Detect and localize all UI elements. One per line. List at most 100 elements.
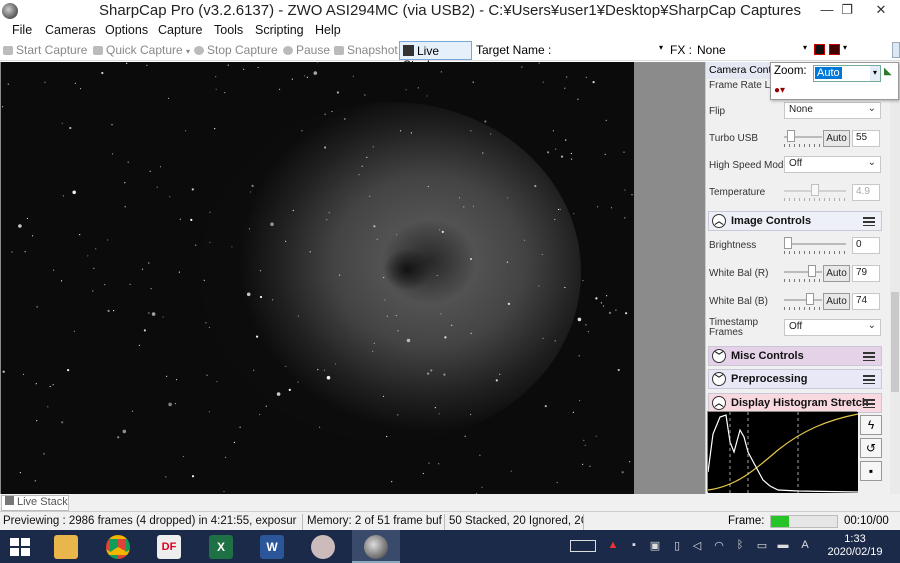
word-icon[interactable]: W	[260, 535, 284, 559]
chevron-down-icon: ⌄	[867, 157, 876, 168]
bottom-tab-strip: Live Stack	[0, 494, 900, 511]
panel-scrollbar[interactable]	[890, 62, 900, 494]
sharpcap-taskbar-button[interactable]	[352, 530, 400, 563]
white-bal-r-slider[interactable]	[784, 265, 822, 282]
flip-select[interactable]: None ⌄	[784, 102, 881, 119]
star	[358, 174, 360, 176]
auto-stretch-button[interactable]: ϟ	[860, 415, 882, 435]
live-image[interactable]	[1, 62, 634, 494]
reticle-icon[interactable]	[814, 44, 825, 55]
volume-icon[interactable]: ◁	[690, 539, 704, 553]
star	[472, 81, 474, 83]
preprocessing-header[interactable]: ﹀ Preprocessing	[708, 369, 882, 389]
file-explorer-icon[interactable]	[54, 535, 78, 559]
menu-tools[interactable]: Tools	[214, 23, 243, 37]
slider-thumb[interactable]	[787, 130, 795, 142]
bluetooth-icon[interactable]: ᛒ	[733, 539, 747, 553]
star	[470, 332, 472, 334]
star	[406, 338, 411, 343]
histogram-header[interactable]: ︿ Display Histogram Stretch	[708, 393, 882, 413]
menu-help[interactable]: Help	[315, 23, 341, 37]
star	[472, 205, 474, 207]
misc-controls-header[interactable]: ﹀ Misc Controls	[708, 346, 882, 366]
star	[141, 268, 144, 270]
quick-capture-button[interactable]: Quick Capture ▾	[93, 43, 190, 57]
pause-button[interactable]: Pause	[283, 43, 330, 57]
tab-live-stack[interactable]: Live Stack	[1, 495, 69, 511]
color-picker-icon[interactable]: ●▾	[774, 85, 785, 96]
start-capture-button[interactable]: Start Capture	[3, 43, 87, 57]
star	[276, 392, 281, 396]
close-button[interactable]: ✕	[866, 0, 896, 22]
maximize-button[interactable]: ❐	[832, 0, 862, 22]
excel-icon[interactable]: X	[209, 535, 233, 559]
zoom-label: Zoom:	[774, 65, 807, 77]
fx-combo[interactable]: None ▾	[697, 41, 809, 59]
toolbar-scroll-button[interactable]	[892, 42, 900, 58]
brightness-value[interactable]: 0	[852, 237, 880, 254]
white-bal-b-slider[interactable]	[784, 293, 822, 310]
slider-thumb[interactable]	[806, 293, 815, 305]
snapshot-button[interactable]: Snapshot	[334, 43, 398, 57]
turbo-usb-value[interactable]: 55	[852, 130, 880, 147]
reset-icon: ↺	[865, 441, 877, 455]
ime-mode-indicator[interactable]: A	[798, 539, 812, 553]
wifi-icon[interactable]: ◠	[712, 539, 726, 553]
network-drive-icon[interactable]: ▣	[648, 539, 662, 553]
stop-capture-button[interactable]: Stop Capture	[194, 43, 278, 57]
reset-stretch-button[interactable]: ↺	[860, 438, 882, 458]
keyboard-icon[interactable]	[570, 540, 596, 552]
star	[578, 355, 580, 357]
menu-file[interactable]: File	[12, 23, 32, 37]
chevron-up-icon[interactable]: ︿	[712, 396, 726, 410]
turbo-usb-slider[interactable]	[784, 130, 822, 147]
menu-icon[interactable]	[863, 399, 875, 408]
histogram-display[interactable]	[707, 411, 859, 493]
clock[interactable]: 1:33 2020/02/19	[822, 533, 888, 559]
histogram-mini-icon[interactable]: ◣	[884, 66, 892, 77]
chevron-down-icon[interactable]: ﹀	[712, 349, 726, 363]
paint-icon[interactable]	[311, 535, 335, 559]
menu-icon[interactable]	[863, 375, 875, 384]
save-stretch-button[interactable]: ▪	[860, 461, 882, 481]
target-name-combo[interactable]: ▾	[553, 41, 665, 59]
usb-icon[interactable]: ▯	[670, 539, 684, 553]
star	[600, 302, 603, 304]
white-bal-b-auto-button[interactable]: Auto	[823, 293, 850, 310]
star	[227, 64, 229, 66]
live-stack-button[interactable]: Live Stack	[399, 41, 472, 72]
ime-tray-icon[interactable]: ▪	[627, 539, 641, 553]
image-controls-header[interactable]: ︿ Image Controls	[708, 211, 882, 231]
menu-icon[interactable]	[863, 217, 875, 226]
acrobat-tray-icon[interactable]: ▲	[606, 539, 620, 553]
quick-capture-dropdown-icon[interactable]: ▾	[186, 47, 190, 56]
brightness-slider[interactable]	[784, 237, 846, 254]
menu-icon[interactable]	[863, 352, 875, 361]
display-icon[interactable]: ▬	[776, 539, 790, 553]
zoom-dropdown-icon[interactable]: ▾	[870, 66, 880, 81]
chrome-icon[interactable]	[106, 535, 130, 559]
slider-thumb[interactable]	[784, 237, 792, 249]
chevron-down-icon[interactable]: ﹀	[712, 372, 726, 386]
timestamp-frames-select[interactable]: Off ⌄	[784, 319, 881, 336]
star	[438, 413, 440, 415]
windows-start-icon[interactable]	[10, 538, 30, 556]
white-bal-r-value[interactable]: 79	[852, 265, 880, 282]
high-speed-mode-select[interactable]: Off ⌄	[784, 156, 881, 173]
overlay-icon[interactable]	[829, 44, 840, 55]
menu-scripting[interactable]: Scripting	[255, 23, 304, 37]
pdf-app-icon[interactable]: DF	[157, 535, 181, 559]
overlay-dropdown-icon[interactable]: ▾	[843, 43, 847, 52]
white-bal-r-auto-button[interactable]: Auto	[823, 265, 850, 282]
zoom-combo[interactable]: Auto ▾	[813, 65, 881, 82]
menu-options[interactable]: Options	[105, 23, 148, 37]
star	[259, 270, 262, 272]
white-bal-b-value[interactable]: 74	[852, 293, 880, 310]
menu-cameras[interactable]: Cameras	[45, 23, 96, 37]
menu-capture[interactable]: Capture	[158, 23, 202, 37]
slider-thumb[interactable]	[807, 265, 816, 277]
power-icon[interactable]: ▭	[755, 539, 769, 553]
turbo-usb-auto-button[interactable]: Auto	[823, 130, 850, 147]
scrollbar-thumb[interactable]	[891, 292, 899, 392]
chevron-up-icon[interactable]: ︿	[712, 214, 726, 228]
